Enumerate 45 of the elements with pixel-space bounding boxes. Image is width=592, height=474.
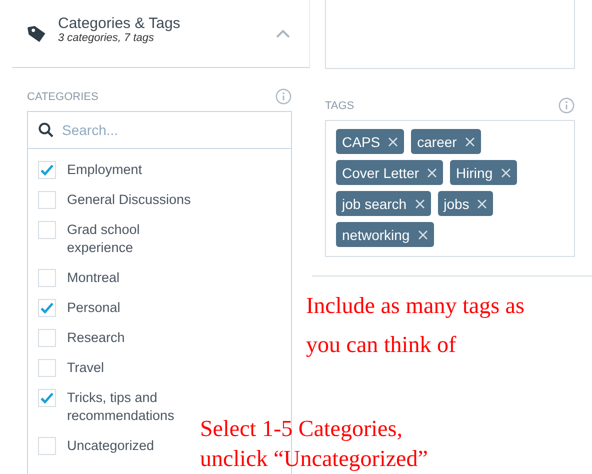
tags-label: TAGS (325, 100, 354, 112)
annotation-text: Select 1-5 Categories, (200, 415, 404, 443)
category-option[interactable]: Montreal (38, 269, 196, 287)
category-option[interactable]: Tricks, tips and recommendations (38, 389, 196, 425)
checkbox[interactable] (38, 299, 56, 317)
remove-icon[interactable] (414, 198, 425, 208)
category-option[interactable]: Travel (38, 359, 196, 377)
checkbox[interactable] (38, 269, 56, 287)
categories-label: CATEGORIES (27, 90, 98, 102)
checkbox[interactable] (38, 191, 56, 209)
remove-icon[interactable] (500, 168, 511, 178)
tag-chip[interactable]: career (411, 129, 481, 154)
tag-chip[interactable]: Cover Letter (336, 160, 444, 185)
checkbox[interactable] (38, 161, 56, 179)
remove-icon[interactable] (464, 136, 475, 146)
info-icon[interactable] (558, 97, 575, 114)
collapse-caret-icon[interactable] (275, 28, 291, 38)
info-icon[interactable] (275, 88, 292, 105)
category-option[interactable]: Employment (38, 161, 196, 179)
checkbox[interactable] (38, 329, 56, 347)
checkbox[interactable] (38, 359, 56, 377)
tags-field[interactable]: CAPS career Cover Letter Hiring job search jobs networking (325, 120, 575, 257)
category-option[interactable]: Uncategorized (38, 437, 196, 455)
section-title: Categories & Tags (58, 15, 182, 32)
checkbox[interactable] (38, 221, 56, 239)
checkbox[interactable] (38, 389, 56, 407)
tag-chip[interactable]: CAPS (336, 129, 404, 154)
remove-icon[interactable] (388, 136, 398, 146)
category-option[interactable]: Research (38, 329, 196, 347)
tag-chip[interactable]: job search (336, 191, 431, 216)
remove-icon[interactable] (477, 198, 488, 208)
annotation-text: unclick “Uncategorized” (200, 445, 428, 473)
remove-icon[interactable] (427, 168, 438, 178)
tag-chip[interactable]: networking (336, 222, 434, 247)
checkbox[interactable] (38, 437, 56, 455)
category-option[interactable]: General Discussions (38, 191, 196, 209)
search-icon (38, 122, 54, 138)
tag-chip[interactable]: jobs (438, 191, 494, 216)
remove-icon[interactable] (418, 230, 428, 240)
category-option[interactable]: Grad school experience (38, 221, 196, 257)
tag-chip[interactable]: Hiring (450, 160, 517, 185)
annotation-text: Include as many tags as (306, 292, 524, 320)
annotation-text: you can think of (306, 331, 458, 359)
section-summary: 3 categories, 7 tags (58, 32, 156, 44)
category-option[interactable]: Personal (38, 299, 196, 317)
